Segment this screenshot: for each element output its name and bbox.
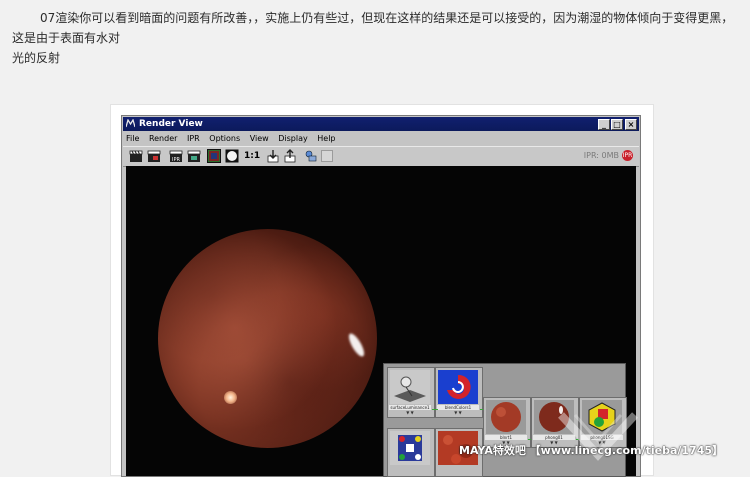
menu-help[interactable]: Help [317, 134, 335, 143]
window-titlebar[interactable]: Render View _ □ × [123, 117, 639, 131]
snapshot-icon[interactable] [187, 149, 201, 163]
camera-icon[interactable] [304, 149, 318, 163]
render-region-icon[interactable] [147, 149, 161, 163]
render-frame-icon[interactable] [129, 149, 143, 163]
light-highlight [224, 391, 237, 404]
bump-sphere-icon [486, 400, 526, 434]
surface-luminance-icon [390, 370, 430, 404]
maya-logo-icon [126, 119, 135, 128]
alpha-channel-icon[interactable] [225, 149, 239, 163]
node-surface-luminance[interactable]: surfaceLuminance1 ▼ ▼ [387, 367, 435, 418]
paragraph-line-2: 光的反射 [12, 51, 61, 65]
node-ports: ▼ ▼ [406, 410, 414, 415]
watermark-text: MAYA特效吧 【www.linecg.com/tieba/1745】 [459, 444, 724, 457]
minimize-button[interactable]: _ [598, 119, 610, 130]
zoom-label[interactable]: 1:1 [244, 150, 260, 162]
disabled-tool-icon [321, 150, 333, 162]
ipr-status: IPR: 0MB IPR [584, 150, 633, 162]
node-place2d[interactable] [387, 428, 435, 477]
menu-options[interactable]: Options [209, 134, 240, 143]
menu-ipr[interactable]: IPR [187, 134, 200, 143]
svg-text:IPR: IPR [172, 157, 180, 163]
connection-line [432, 409, 438, 410]
menu-render[interactable]: Render [149, 134, 177, 143]
menu-file[interactable]: File [126, 134, 139, 143]
ipr-render-icon[interactable]: IPR [169, 149, 183, 163]
keep-image-icon[interactable] [266, 149, 280, 163]
rendered-sphere [158, 229, 377, 448]
render-toolbar: IPR 1:1 IPR: 0MB IPR [123, 146, 639, 167]
remove-image-icon[interactable] [283, 149, 297, 163]
place2d-icon [390, 431, 430, 465]
menu-view[interactable]: View [250, 134, 269, 143]
article-paragraph: 07渲染你可以看到暗面的问题有所改善，，实施上仍有些过，但现在这样的结果还是可以… [12, 8, 740, 68]
blend-colors-icon [438, 370, 478, 404]
menu-display[interactable]: Display [278, 134, 308, 143]
ipr-badge-icon[interactable]: IPR [622, 150, 633, 161]
node-ports: ▼ ▼ [454, 410, 462, 415]
article: 07渲染你可以看到暗面的问题有所改善，，实施上仍有些过，但现在这样的结果还是可以… [0, 0, 750, 477]
node-bump[interactable]: bInrt1 ▼ ▼ [483, 397, 531, 448]
paragraph-line-1: 07渲染你可以看到暗面的问题有所改善，，实施上仍有些过，但现在这样的结果还是可以… [12, 11, 734, 45]
close-button[interactable]: × [625, 119, 637, 130]
rgb-channel-icon[interactable] [207, 149, 221, 163]
node-blend-colors[interactable]: blendColors1 ▼ ▼ [435, 367, 483, 418]
ipr-memory-text: IPR: 0MB [583, 151, 619, 160]
menu-bar: File Render IPR Options View Display Hel… [126, 133, 343, 145]
window-title: Render View [139, 119, 203, 129]
maximize-button[interactable]: □ [611, 119, 623, 130]
